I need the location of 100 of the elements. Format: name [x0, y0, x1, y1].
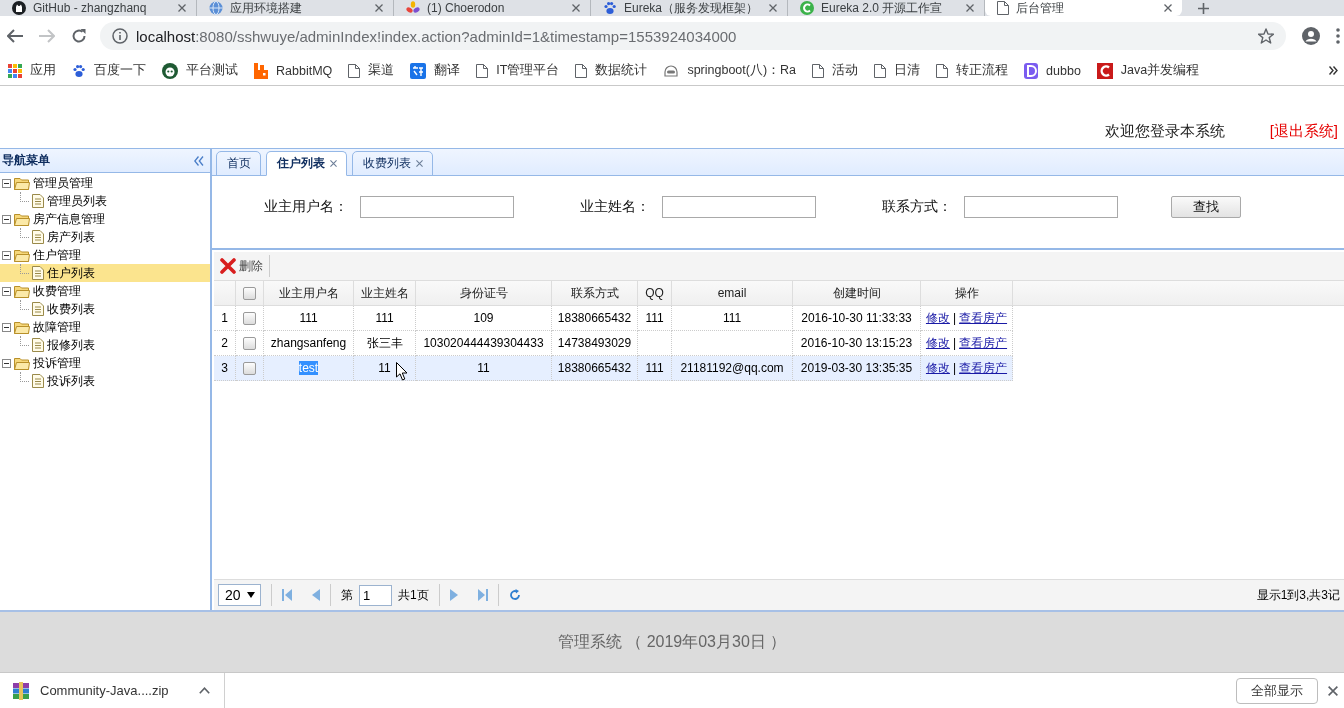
input-field[interactable]: [662, 196, 816, 218]
folder-icon: [14, 284, 30, 298]
tree-item[interactable]: 投诉列表: [0, 372, 210, 390]
field-label: 业主姓名：: [580, 198, 650, 216]
archive-icon: [12, 681, 30, 700]
back-arrow-icon[interactable]: [7, 29, 23, 43]
tree-item[interactable]: 报修列表: [0, 336, 210, 354]
action-link[interactable]: 修改: [925, 334, 950, 352]
tree-item[interactable]: 房产信息管理: [0, 210, 210, 228]
d-logo-icon: [1024, 62, 1039, 79]
tree-item[interactable]: 管理员列表: [0, 192, 210, 210]
bookmark[interactable]: 转正流程: [936, 62, 1009, 79]
page-icon: [936, 63, 949, 78]
double-chevron-right-icon[interactable]: [1329, 66, 1338, 75]
plus-icon[interactable]: [1198, 2, 1209, 14]
table-cell: test: [264, 356, 354, 381]
logout-link[interactable]: [退出系统]: [1269, 122, 1338, 141]
chevron-up-icon[interactable]: [199, 687, 210, 694]
bookmark[interactable]: RabbitMQ: [254, 62, 333, 79]
tree-item[interactable]: 收费管理: [0, 282, 210, 300]
delete-button[interactable]: 删除: [216, 254, 267, 278]
close-icon[interactable]: [769, 4, 777, 12]
minus-box-icon[interactable]: [2, 358, 11, 368]
checkbox[interactable]: [243, 311, 256, 325]
close-icon[interactable]: [1164, 4, 1172, 12]
page-number-field[interactable]: 1: [359, 584, 392, 606]
bookmark[interactable]: Java并发编程: [1096, 62, 1200, 79]
double-chevron-left-icon[interactable]: [194, 155, 204, 166]
table-row[interactable]: 3 test 11 11 18380665432 111 21181192@qq.com 2019-03-30 13:35:35 修改 | 查看房产: [214, 356, 1013, 381]
minus-box-icon[interactable]: [2, 286, 11, 296]
minus-box-icon[interactable]: [2, 322, 11, 332]
table-row[interactable]: 2 zhangsanfeng 张三丰 103020444439304433 14738493029 2016-10-30 13:15:23 修改 | 查看房产: [214, 331, 1013, 356]
account-icon[interactable]: [1302, 27, 1320, 45]
caret-icon: [247, 592, 255, 598]
action-link[interactable]: 修改: [925, 359, 950, 377]
bookmark[interactable]: 渠道: [348, 62, 395, 79]
action-link[interactable]: 修改: [925, 309, 950, 327]
checkbox[interactable]: [243, 336, 256, 350]
document-icon: [32, 194, 44, 208]
close-icon[interactable]: [416, 160, 423, 167]
page-icon: [812, 63, 825, 78]
tree-item[interactable]: 投诉管理: [0, 354, 210, 372]
info-icon[interactable]: [112, 28, 128, 44]
action-link[interactable]: 查看房产: [959, 309, 1008, 327]
refresh-icon[interactable]: [508, 589, 521, 601]
sidebar-title: 导航菜单: [2, 152, 50, 169]
close-icon[interactable]: [375, 4, 383, 12]
star-icon[interactable]: [1258, 28, 1274, 44]
minus-box-icon[interactable]: [2, 250, 11, 260]
bookmark[interactable]: 百度一下: [72, 62, 146, 79]
tree-item[interactable]: 房产列表: [0, 228, 210, 246]
block-logo-icon: [254, 62, 268, 79]
action-link[interactable]: 查看房产: [959, 359, 1008, 377]
bookmark[interactable]: springboot(八)：Ra: [663, 62, 797, 79]
tree-item[interactable]: 住户列表: [0, 264, 210, 282]
search-button[interactable]: 查找: [1171, 196, 1241, 218]
mouse-pointer-icon: [396, 362, 408, 381]
tab[interactable]: 首页: [216, 151, 261, 176]
bookmark[interactable]: 活动: [812, 62, 859, 79]
tab[interactable]: 住户列表: [266, 151, 347, 176]
page-size-select[interactable]: 20: [218, 584, 261, 606]
tree-item[interactable]: 故障管理: [0, 318, 210, 336]
checkbox[interactable]: [243, 361, 256, 375]
bookmark[interactable]: IT管理平台: [476, 62, 560, 79]
address-field[interactable]: localhost:8080/sshwuye/adminIndex!index.action?adminId=1&timestamp=1553924034000: [100, 22, 1286, 50]
translate-icon: [410, 62, 427, 79]
minus-box-icon[interactable]: [2, 178, 11, 188]
reload-icon[interactable]: [71, 28, 87, 44]
page-total: 共1页: [398, 586, 429, 604]
bookmark[interactable]: 翻译: [410, 62, 461, 79]
tree-item[interactable]: 收费列表: [0, 300, 210, 318]
checkbox[interactable]: [243, 286, 256, 300]
input-field[interactable]: [360, 196, 514, 218]
download-item[interactable]: Community-Java....zip: [12, 673, 225, 708]
bookmark[interactable]: 数据统计: [575, 62, 648, 79]
row-number: 3: [214, 356, 236, 381]
close-icon[interactable]: [572, 4, 580, 12]
tree-item[interactable]: 管理员管理: [0, 174, 210, 192]
bookmark[interactable]: dubbo: [1024, 62, 1081, 79]
action-link[interactable]: 查看房产: [959, 334, 1008, 352]
close-icon[interactable]: [178, 4, 186, 12]
minus-box-icon[interactable]: [2, 214, 11, 224]
browser-tab[interactable]: 后台管理: [985, 0, 1182, 16]
input-field[interactable]: [964, 196, 1118, 218]
bookmark[interactable]: 日清: [874, 62, 921, 79]
close-icon[interactable]: [1328, 685, 1338, 696]
show-all-button[interactable]: 全部显示: [1236, 677, 1318, 704]
close-icon[interactable]: [966, 4, 974, 12]
separator-text: |: [952, 361, 957, 375]
bookmark[interactable]: 平台测试: [162, 62, 238, 79]
bookmark[interactable]: 应用: [8, 62, 56, 79]
close-icon[interactable]: [330, 160, 337, 167]
paw-icon: [72, 63, 86, 78]
field-label: 业主用户名：: [264, 198, 348, 216]
table-row[interactable]: 1 111 111 109 18380665432 111 111 2016-10-30 11:33:33 修改 | 查看房产: [214, 306, 1013, 331]
tree-item[interactable]: 住户管理: [0, 246, 210, 264]
page-icon: [874, 63, 887, 78]
page-icon: [348, 63, 361, 78]
tab[interactable]: 收费列表: [352, 151, 433, 176]
more-menu-icon[interactable]: [1336, 28, 1340, 44]
